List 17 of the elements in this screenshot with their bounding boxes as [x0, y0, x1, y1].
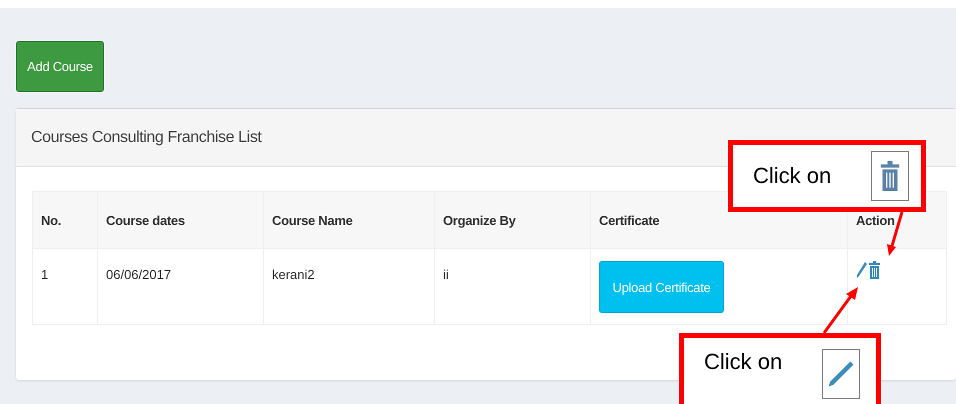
table-cell: 1 [32, 248, 98, 324]
table-cell: ii [434, 248, 590, 324]
callout-text: Click on [753, 163, 832, 189]
add-course-button[interactable]: Add Course [16, 41, 104, 92]
panel-title: Courses Consulting Franchise List [31, 128, 262, 146]
column-header: Organize By [434, 192, 590, 248]
callout-text: Click on [704, 349, 784, 375]
column-header: Course dates [98, 192, 264, 248]
column-header: Course Name [264, 192, 434, 248]
table-cell: 06/06/2017 [98, 248, 264, 324]
upload-certificate-button[interactable]: Upload Certificate [599, 261, 724, 313]
column-header: No. [32, 192, 98, 248]
pencil-icon [827, 359, 855, 389]
table-cell: kerani2 [264, 248, 434, 324]
trash-icon [879, 161, 901, 191]
pencil-icon[interactable] [856, 261, 868, 279]
trash-icon[interactable] [869, 261, 880, 279]
